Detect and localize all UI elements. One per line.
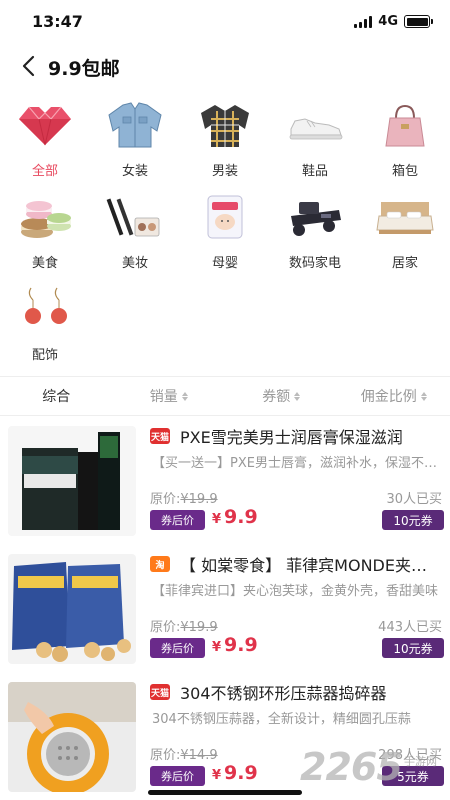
product-desc: 【买一送一】PXE男士唇膏，滋润补水，保湿不油腻 (152, 456, 442, 471)
sort-label: 佣金比例 (360, 389, 417, 405)
diaper-pack-icon (195, 192, 255, 242)
category-accessories[interactable]: 配饰 (0, 284, 90, 363)
coupon-price: ¥9.9 (212, 762, 258, 784)
signal-icon (354, 15, 373, 28)
category-baby[interactable]: 母婴 (180, 192, 270, 271)
product-card[interactable]: 淘 【 如棠零食】 菲律宾MONDE夹心泡芙 【菲律宾进口】夹心泡芙球，金黄外壳… (0, 544, 450, 672)
currency-symbol: ¥ (212, 512, 222, 527)
category-label: 全部 (31, 164, 58, 179)
heart-gem-icon (15, 100, 75, 150)
category-label: 男装 (211, 164, 238, 179)
category-mens[interactable]: 男装 (180, 100, 270, 179)
battery-icon (404, 15, 433, 28)
category-label: 美妆 (121, 256, 148, 271)
after-coupon-tag: 券后价 (150, 638, 205, 658)
sort-label: 综合 (42, 389, 71, 405)
sort-comprehensive[interactable]: 综合 (0, 386, 113, 406)
after-coupon-tag: 券后价 (150, 766, 205, 786)
shop-badge-tmall: 天猫 (150, 684, 170, 700)
watermark-text: 手游网 (404, 755, 437, 768)
sort-arrows-icon (420, 391, 427, 401)
sort-sales[interactable]: 销量 (113, 386, 226, 406)
coupon-price: ¥9.9 (212, 506, 258, 528)
back-button[interactable] (14, 52, 42, 80)
product-title: 【 如棠零食】 菲律宾MONDE夹心泡芙 (180, 556, 440, 575)
category-label: 鞋品 (301, 164, 328, 179)
category-label: 美食 (31, 256, 58, 271)
sort-label: 券额 (262, 389, 291, 405)
currency-symbol: ¥ (212, 640, 222, 655)
handbag-icon (375, 100, 435, 150)
original-price: 原价:¥14.9 (150, 744, 218, 763)
original-price-value: ¥19.9 (180, 620, 218, 635)
status-indicators: 4G (354, 14, 433, 29)
chevron-left-icon (22, 55, 35, 77)
price-value: 9.9 (224, 506, 258, 528)
denim-jacket-icon (105, 100, 165, 150)
sort-bar: 综合 销量 券额 佣金比例 (0, 376, 450, 416)
sort-commission[interactable]: 佣金比例 (338, 386, 450, 406)
price-value: 9.9 (224, 634, 258, 656)
category-food[interactable]: 美食 (0, 192, 90, 271)
page-title: 9.9包邮 (48, 58, 120, 80)
category-shoes[interactable]: 鞋品 (270, 100, 360, 179)
product-list: 天猫 PXE雪完美男士润唇膏保湿滋润 【买一送一】PXE男士唇膏，滋润补水，保湿… (0, 416, 450, 800)
product-image (8, 554, 136, 664)
after-coupon-tag: 券后价 (150, 510, 205, 530)
sort-arrows-icon (294, 391, 301, 401)
sort-arrows-icon (181, 391, 188, 401)
original-price: 原价:¥19.9 (150, 488, 218, 507)
product-card[interactable]: 天猫 PXE雪完美男士润唇膏保湿滋润 【买一送一】PXE男士唇膏，滋润补水，保湿… (0, 416, 450, 544)
product-image (8, 426, 136, 536)
status-time: 13:47 (32, 12, 83, 31)
bed-icon (375, 192, 435, 242)
earrings-icon (15, 284, 75, 334)
category-womens[interactable]: 女装 (90, 100, 180, 179)
product-title: 304不锈钢环形压蒜器捣碎器 (180, 684, 387, 703)
nav-bar: 9.9包邮 (0, 44, 450, 88)
product-image (8, 682, 136, 792)
network-type: 4G (378, 14, 398, 29)
plaid-shirt-icon (195, 100, 255, 150)
original-price-label: 原价: (150, 492, 181, 507)
category-label: 居家 (391, 256, 418, 271)
original-price-value: ¥14.9 (180, 748, 218, 763)
category-makeup[interactable]: 美妆 (90, 192, 180, 271)
original-price: 原价:¥19.9 (150, 616, 218, 635)
macaron-icon (15, 192, 75, 242)
category-all[interactable]: 全部 (0, 100, 90, 179)
coupon-button[interactable]: 10元券 (382, 638, 444, 658)
coupon-button[interactable]: 10元券 (382, 510, 444, 530)
makeup-brush-icon (105, 192, 165, 242)
shop-badge-taobao: 淘 (150, 556, 170, 572)
category-label: 箱包 (391, 164, 418, 179)
category-home[interactable]: 居家 (360, 192, 450, 271)
product-desc: 【菲律宾进口】夹心泡芙球，金黄外壳，香甜美味 (152, 584, 439, 599)
home-indicator[interactable] (148, 790, 302, 795)
shop-badge-tmall: 天猫 (150, 428, 170, 444)
category-label: 女装 (121, 164, 148, 179)
sold-count: 30人已买 (386, 492, 442, 507)
original-price-value: ¥19.9 (180, 492, 218, 507)
sort-coupon-amount[interactable]: 券额 (225, 386, 338, 406)
watermark-logo: 2265 (300, 745, 403, 789)
currency-symbol: ¥ (212, 768, 222, 783)
category-label: 母婴 (211, 256, 238, 271)
status-bar: 13:47 4G (0, 0, 450, 44)
sold-count: 443人已买 (378, 620, 442, 635)
product-title: PXE雪完美男士润唇膏保湿滋润 (180, 428, 403, 447)
sneaker-icon (285, 100, 345, 150)
coupon-price: ¥9.9 (212, 634, 258, 656)
watermark: 2265 手游网 (300, 745, 450, 795)
original-price-label: 原价: (150, 748, 181, 763)
category-digital[interactable]: 数码家电 (270, 192, 360, 271)
category-label: 数码家电 (288, 256, 341, 271)
original-price-label: 原价: (150, 620, 181, 635)
category-label: 配饰 (31, 348, 58, 363)
price-value: 9.9 (224, 762, 258, 784)
gamepad-icon (285, 192, 345, 242)
category-bags[interactable]: 箱包 (360, 100, 450, 179)
product-desc: 304不锈钢压蒜器，全新设计，精细圆孔压蒜 (152, 712, 411, 727)
sort-label: 销量 (149, 389, 178, 405)
